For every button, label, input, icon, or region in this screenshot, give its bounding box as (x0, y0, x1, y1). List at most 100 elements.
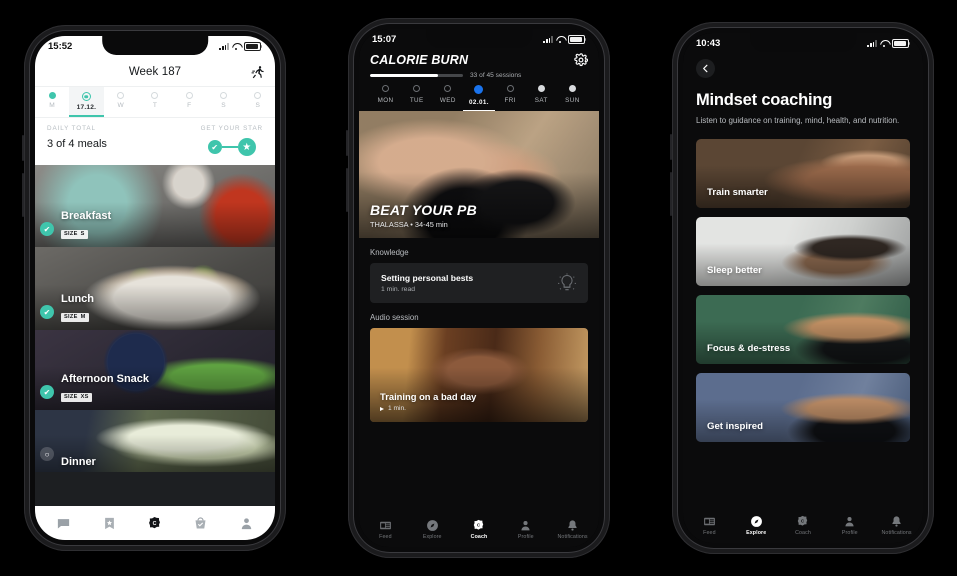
person-icon[interactable] (239, 516, 254, 531)
size-value: M (80, 314, 86, 320)
phone3-screen: 10:43 Mindset coaching Listen to guidanc… (683, 33, 923, 543)
check-icon[interactable]: ✔ (40, 222, 54, 236)
day-label: SAT (534, 97, 548, 104)
audio-text: Training on a bad day 1 min. (380, 391, 476, 412)
day-chip-6[interactable]: SUN (557, 85, 588, 111)
size-badge: SIZE XS (61, 392, 92, 402)
meal-label: Afternoon Snack SIZE XS (61, 373, 149, 403)
get-your-star-block[interactable]: GET YOUR STAR ✔ ★ (201, 125, 263, 156)
weekday-selector[interactable]: M 17.12. W T F S S (35, 86, 275, 117)
day-chip-1[interactable]: 17.12. (69, 87, 104, 117)
tab-label: Profile (517, 533, 534, 540)
day-chip-5[interactable]: S (206, 87, 240, 117)
day-chip-2[interactable]: WED (432, 85, 463, 111)
day-chip-3[interactable]: T (138, 87, 172, 117)
tab-profile[interactable]: Profile (826, 515, 873, 536)
tab-explore[interactable]: Explore (733, 515, 780, 536)
day-chip-2[interactable]: W (104, 87, 138, 117)
day-label: WED (439, 97, 456, 104)
size-value: S (80, 231, 85, 237)
feed-icon (703, 515, 716, 528)
day-chip-5[interactable]: SAT (526, 85, 557, 111)
day-chip-6[interactable]: S (241, 87, 275, 117)
day-chip-0[interactable]: M (35, 87, 69, 117)
play-icon[interactable] (380, 406, 384, 411)
tab-coach[interactable]: C Coach (780, 515, 827, 536)
check-icon[interactable]: ✔ (40, 385, 54, 399)
day-status-dot (185, 92, 193, 99)
size-label: SIZE (64, 394, 78, 400)
knowledge-card[interactable]: Setting personal bests 1 min. read (370, 263, 588, 303)
tile-label: Focus & de-stress (707, 342, 791, 354)
gear-icon[interactable] (574, 53, 589, 67)
tab-label: Coach (470, 533, 488, 540)
hero-subtitle: THALASSA • 34-45 min (370, 220, 448, 229)
audio-session-card[interactable]: Training on a bad day 1 min. (370, 328, 588, 422)
phone1-tab-bar[interactable]: C (35, 506, 275, 540)
phone2-volume-button (346, 168, 348, 212)
chat-bubble-icon[interactable] (56, 516, 71, 531)
meal-card-afternoon-snack[interactable]: ✔ Afternoon Snack SIZE XS (35, 330, 275, 410)
check-icon[interactable]: ✔ (40, 305, 54, 319)
meal-card-breakfast[interactable]: ✔ Breakfast SIZE S (35, 165, 275, 247)
tab-label: Notifications (557, 533, 588, 540)
tile-focus-destress[interactable]: Focus & de-stress (696, 294, 910, 364)
day-status-dot (537, 85, 545, 92)
phone2-tab-bar[interactable]: Feed Explore C Coach Profile Notificatio… (359, 513, 599, 547)
tab-coach[interactable]: C Coach (456, 519, 503, 540)
tab-profile[interactable]: Profile (502, 519, 549, 540)
phone3-tab-bar[interactable]: Feed Explore C Coach Profile Notificatio… (683, 509, 923, 543)
day-status-dot (474, 85, 484, 94)
tab-feed[interactable]: Feed (686, 515, 733, 536)
tab-explore[interactable]: Explore (409, 519, 456, 540)
svg-text:C: C (153, 520, 157, 526)
meal-card-dinner[interactable]: ○ Dinner (35, 410, 275, 472)
hero-text: BEAT YOUR PB THALASSA • 34-45 min (370, 202, 477, 229)
knowledge-section-label: Knowledge (370, 248, 409, 257)
day-status-dot (254, 92, 262, 99)
day-chip-3[interactable]: 02.01. (463, 85, 495, 111)
tab-label: Explore (746, 529, 767, 536)
tile-label: Get inspired (707, 420, 763, 432)
workout-hero-card[interactable]: BEAT YOUR PB THALASSA • 34-45 min (359, 111, 599, 238)
star-progress: ✔ ★ (207, 138, 256, 156)
tile-get-inspired[interactable]: Get inspired (696, 372, 910, 442)
day-status-dot (117, 92, 125, 99)
coach-c-logo-icon[interactable]: C (147, 516, 162, 531)
weekday-selector[interactable]: MON TUE WED 02.01. FRI SAT SUN (370, 85, 588, 111)
meal-name: Dinner (61, 455, 96, 468)
phone3-side-button (670, 134, 672, 160)
day-chip-4[interactable]: FRI (495, 85, 526, 111)
tile-sleep-better[interactable]: Sleep better (696, 216, 910, 286)
tab-label: Coach (795, 529, 811, 536)
book-star-icon[interactable] (102, 516, 117, 531)
day-status-dot (48, 92, 56, 99)
person-icon (843, 515, 856, 528)
meal-card-lunch[interactable]: ✔ Lunch SIZE M (35, 247, 275, 330)
screenshot-canvas: 15:52 Week 187 M 17.12. W T F S S DAILY … (0, 0, 957, 576)
day-chip-4[interactable]: F (172, 87, 206, 117)
daily-total-block: DAILY TOTAL 3 of 4 meals (47, 125, 107, 150)
day-label: W (117, 102, 124, 109)
cellular-bars-icon (543, 36, 553, 43)
tab-notifications[interactable]: Notifications (873, 515, 920, 536)
basket-check-icon[interactable] (193, 516, 208, 531)
lightbulb-icon (557, 273, 577, 293)
program-title: CALORIE BURN (370, 53, 469, 67)
day-status-dot (382, 85, 390, 92)
star-icon: ★ (237, 138, 256, 156)
check-icon[interactable]: ○ (40, 447, 54, 461)
meal-label: Breakfast SIZE S (61, 210, 111, 240)
chevron-left-icon[interactable] (696, 59, 715, 78)
tab-notifications[interactable]: Notifications (549, 519, 596, 540)
tab-feed[interactable]: Feed (362, 519, 409, 540)
day-label: MON (377, 97, 394, 104)
day-chip-1[interactable]: TUE (401, 85, 432, 111)
phone2-notch (426, 29, 532, 48)
runner-icon[interactable] (251, 65, 265, 79)
phone1-notch (102, 36, 208, 55)
hero-title: BEAT YOUR PB (370, 202, 477, 218)
tile-train-smarter[interactable]: Train smarter (696, 138, 910, 208)
coach-title-row: CALORIE BURN (370, 53, 589, 67)
day-chip-0[interactable]: MON (370, 85, 401, 111)
